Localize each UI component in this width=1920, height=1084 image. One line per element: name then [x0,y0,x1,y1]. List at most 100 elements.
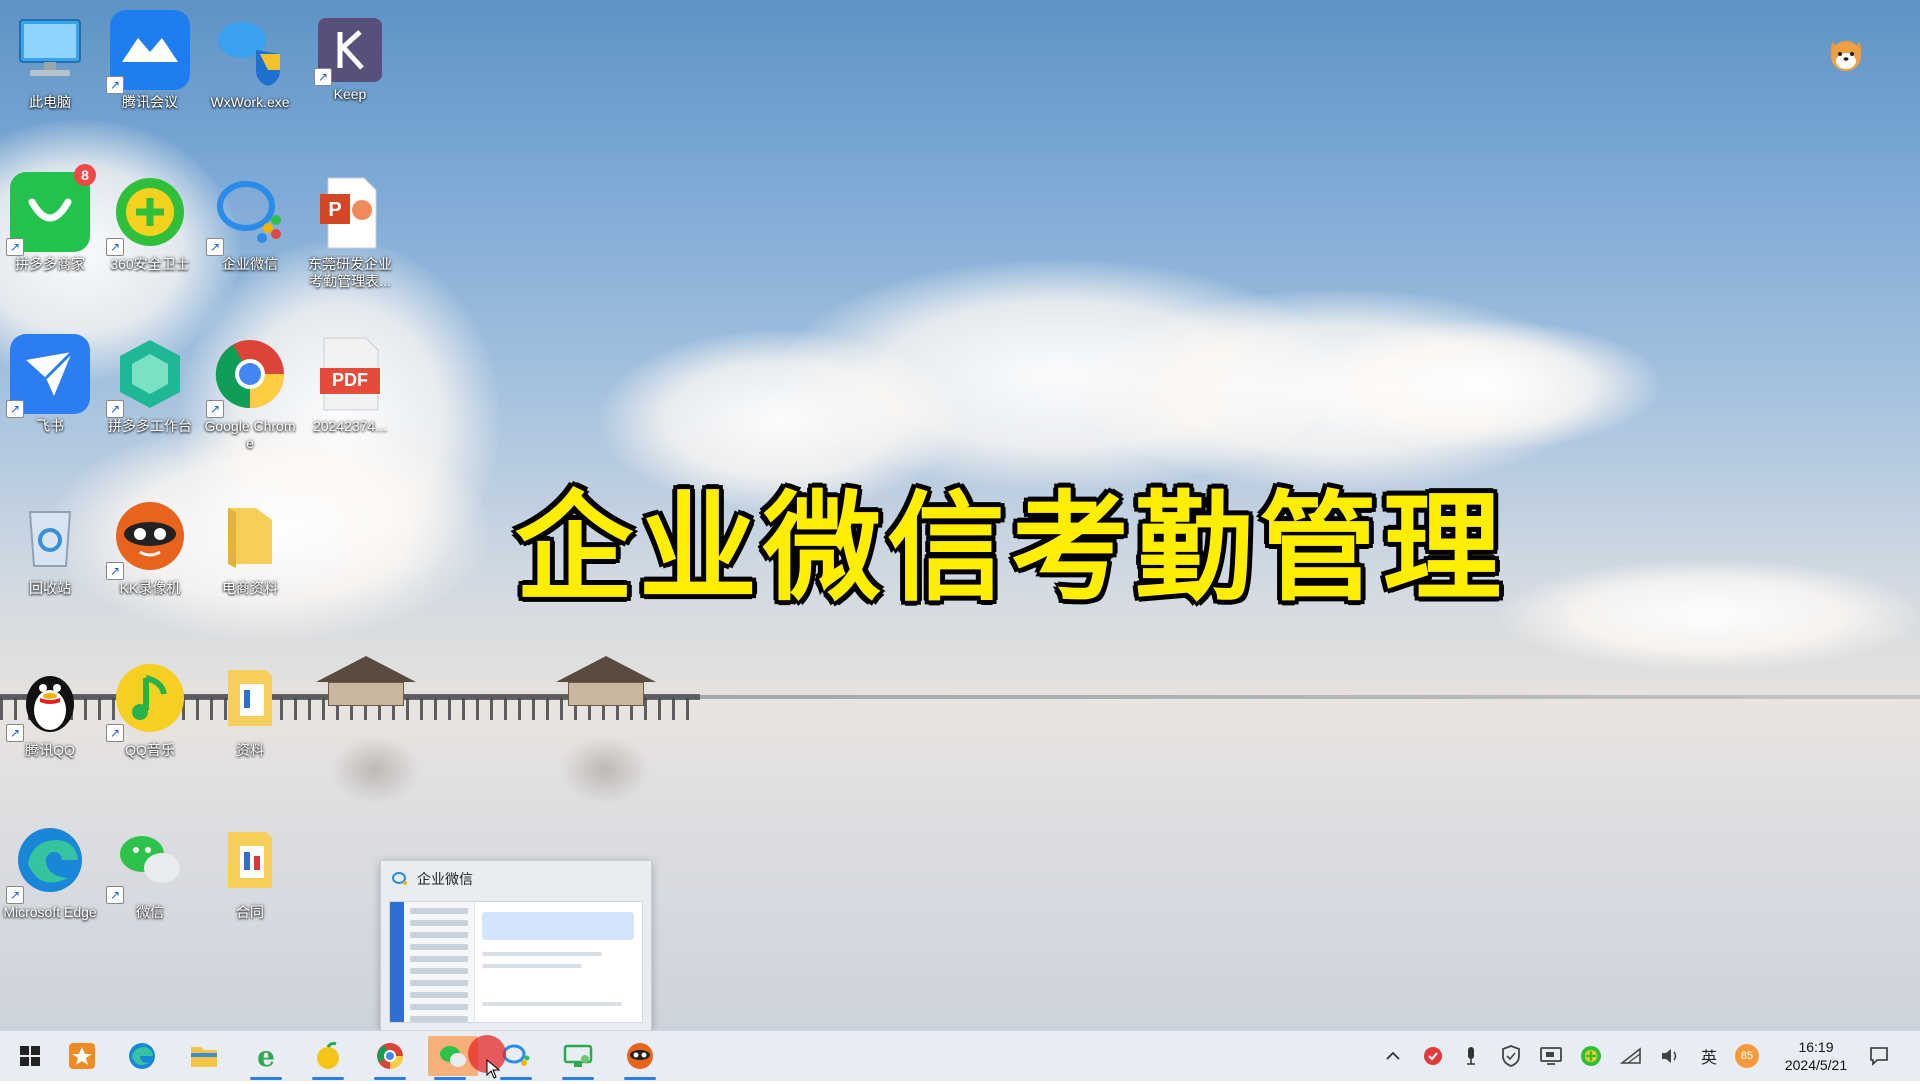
recycle-bin-icon [10,496,90,576]
taskbar-chrome[interactable] [368,1036,412,1080]
desktop-icon-ecommerce-folder[interactable]: 电商资料 [202,496,298,597]
tray-network[interactable] [1614,1031,1648,1081]
desktop-icon-this-pc[interactable]: 此电脑 [2,10,98,111]
edge-icon [129,1043,155,1069]
shiba-mascot-icon[interactable] [1826,34,1866,74]
desktop-icon-360-security[interactable]: ↗ 360安全卫士 [102,172,198,273]
desktop-icon-qq-music[interactable]: ↗ QQ音乐 [102,658,198,759]
desktop-icon-label: WxWork.exe [210,94,290,110]
desktop-icon-pdd-workbench[interactable]: ↗ 拼多多工作台 [102,334,198,435]
mouse-cursor-icon [486,1058,501,1084]
folder-doc-icon [210,658,290,738]
shortcut-arrow-icon: ↗ [206,238,224,256]
desktop-icon-label: Microsoft Edge [3,904,97,920]
chrome-icon: ↗ [206,334,290,418]
folder-doc-icon [210,820,290,900]
desktop-icon-pdd-merchant[interactable]: 8 ↗ 拼多多商家 [2,164,98,273]
tray-battery-assistant[interactable]: 85 [1730,1031,1764,1081]
tray-display[interactable] [1534,1031,1568,1081]
wecom-icon: ↗ [206,172,290,256]
taskbar-window-preview[interactable]: 企业微信 [380,860,652,1032]
desktop-icon-wechat[interactable]: ↗ 微信 [102,820,198,921]
clock-time: 16:19 [1798,1039,1834,1055]
speaker-icon [1662,1049,1677,1063]
desktop-icon-ppt-file[interactable]: P 东莞研发企业考勤管理表... [302,172,398,290]
tray-input-method[interactable]: 英 [1692,1031,1726,1081]
tray-overflow-button[interactable] [1376,1031,1410,1081]
tray-antivirus[interactable] [1416,1031,1450,1081]
desktop-icon-kk-recorder[interactable]: ↗ KK录像机 [102,496,198,597]
kk-recorder-icon: ↗ [106,496,190,580]
pdf-file-icon: PDF [310,334,390,414]
desktop-icon-label: 合同 [236,904,264,920]
ie-icon: e [257,1041,275,1071]
clock-date: 2024/5/21 [1784,1057,1848,1073]
desktop-icon-label: KK录像机 [119,580,181,596]
taskbar-edge[interactable] [120,1036,164,1076]
desktop-icon-google-chrome[interactable]: ↗ Google Chrome [202,334,298,452]
keep-icon: ↗ [314,18,382,86]
desktop-icon-recycle-bin[interactable]: 回收站 [2,496,98,597]
desktop-icon-label: 腾讯会议 [122,94,178,110]
taskbar-remote-desktop[interactable] [556,1036,600,1080]
tray-security-shield[interactable] [1494,1031,1528,1081]
taskbar-clock[interactable]: 16:19 2024/5/21 [1776,1038,1856,1074]
notification-icon [1870,1047,1888,1066]
tencent-meeting-icon: ↗ [106,10,190,94]
shortcut-arrow-icon: ↗ [106,76,124,94]
kk-recorder-icon [627,1043,653,1069]
shortcut-arrow-icon: ↗ [106,724,124,742]
desktop-icon-feishu[interactable]: ↗ 飞书 [2,334,98,435]
wifi-icon [1620,1047,1641,1064]
start-icon [20,1046,40,1066]
shortcut-arrow-icon: ↗ [106,562,124,580]
wxwork-exe-icon [210,10,290,90]
remote-desktop-icon [563,1044,593,1067]
desktop-icon-edge[interactable]: ↗ Microsoft Edge [2,820,98,921]
svg-text:e: e [257,1041,275,1071]
desktop-icon-label: Google Chrome [204,418,296,451]
desktop-icon-wecom[interactable]: ↗ 企业微信 [202,172,298,273]
taskbar-kk-recorder[interactable] [618,1036,662,1080]
preview-thumbnail[interactable] [389,901,643,1023]
chrome-icon [377,1043,403,1069]
qq-music-icon: ↗ [106,658,190,742]
shortcut-arrow-icon: ↗ [106,238,124,256]
taskbar-file-explorer[interactable] [182,1036,226,1076]
shortcut-arrow-icon: ↗ [6,238,24,256]
tray-360[interactable] [1574,1031,1608,1081]
shortcut-arrow-icon: ↗ [106,400,124,418]
favorites-app-icon [69,1043,95,1069]
taskbar-fruit-app[interactable] [306,1036,350,1080]
desktop-icon-keep[interactable]: ↗ Keep [302,10,398,103]
microphone-icon [1467,1047,1475,1065]
shortcut-arrow-icon: ↗ [314,68,332,86]
desktop-icon-qq[interactable]: ↗ 腾讯QQ [2,658,98,759]
action-center-button[interactable] [1862,1031,1896,1081]
desktop-icon-wxwork-exe[interactable]: WxWork.exe [202,10,298,111]
shortcut-arrow-icon: ↗ [106,886,124,904]
desktop-icon-materials-folder[interactable]: 资料 [202,658,298,759]
wecom-icon [392,872,407,885]
feishu-icon: ↗ [6,334,90,418]
taskbar-ie[interactable]: e [244,1036,288,1080]
start-button[interactable] [8,1036,52,1076]
desktop-icon-contract-folder[interactable]: 合同 [202,820,298,921]
shield-red-icon [1424,1047,1442,1065]
360-security-icon [1581,1046,1601,1066]
360-security-icon: ↗ [106,172,190,256]
desktop-icon-pdf-file[interactable]: PDF 20242374... [302,334,398,435]
tray-microphone[interactable] [1454,1031,1488,1081]
fruit-app-icon [317,1041,339,1069]
tray-volume[interactable] [1654,1031,1688,1081]
desktop-icon-tencent-meeting[interactable]: ↗ 腾讯会议 [102,10,198,111]
chevron-up-icon [1386,1051,1400,1060]
taskbar-favorites-app[interactable] [60,1036,104,1076]
shield-icon [1502,1045,1520,1067]
video-overlay-title: 企业微信考勤管理 [515,479,1508,617]
desktop-icon-label: 360安全卫士 [110,256,190,272]
desktop-icon-label: 企业微信 [222,256,278,272]
desktop-icon-label: 拼多多工作台 [108,418,192,434]
shortcut-arrow-icon: ↗ [6,724,24,742]
folder-icon [210,496,290,576]
